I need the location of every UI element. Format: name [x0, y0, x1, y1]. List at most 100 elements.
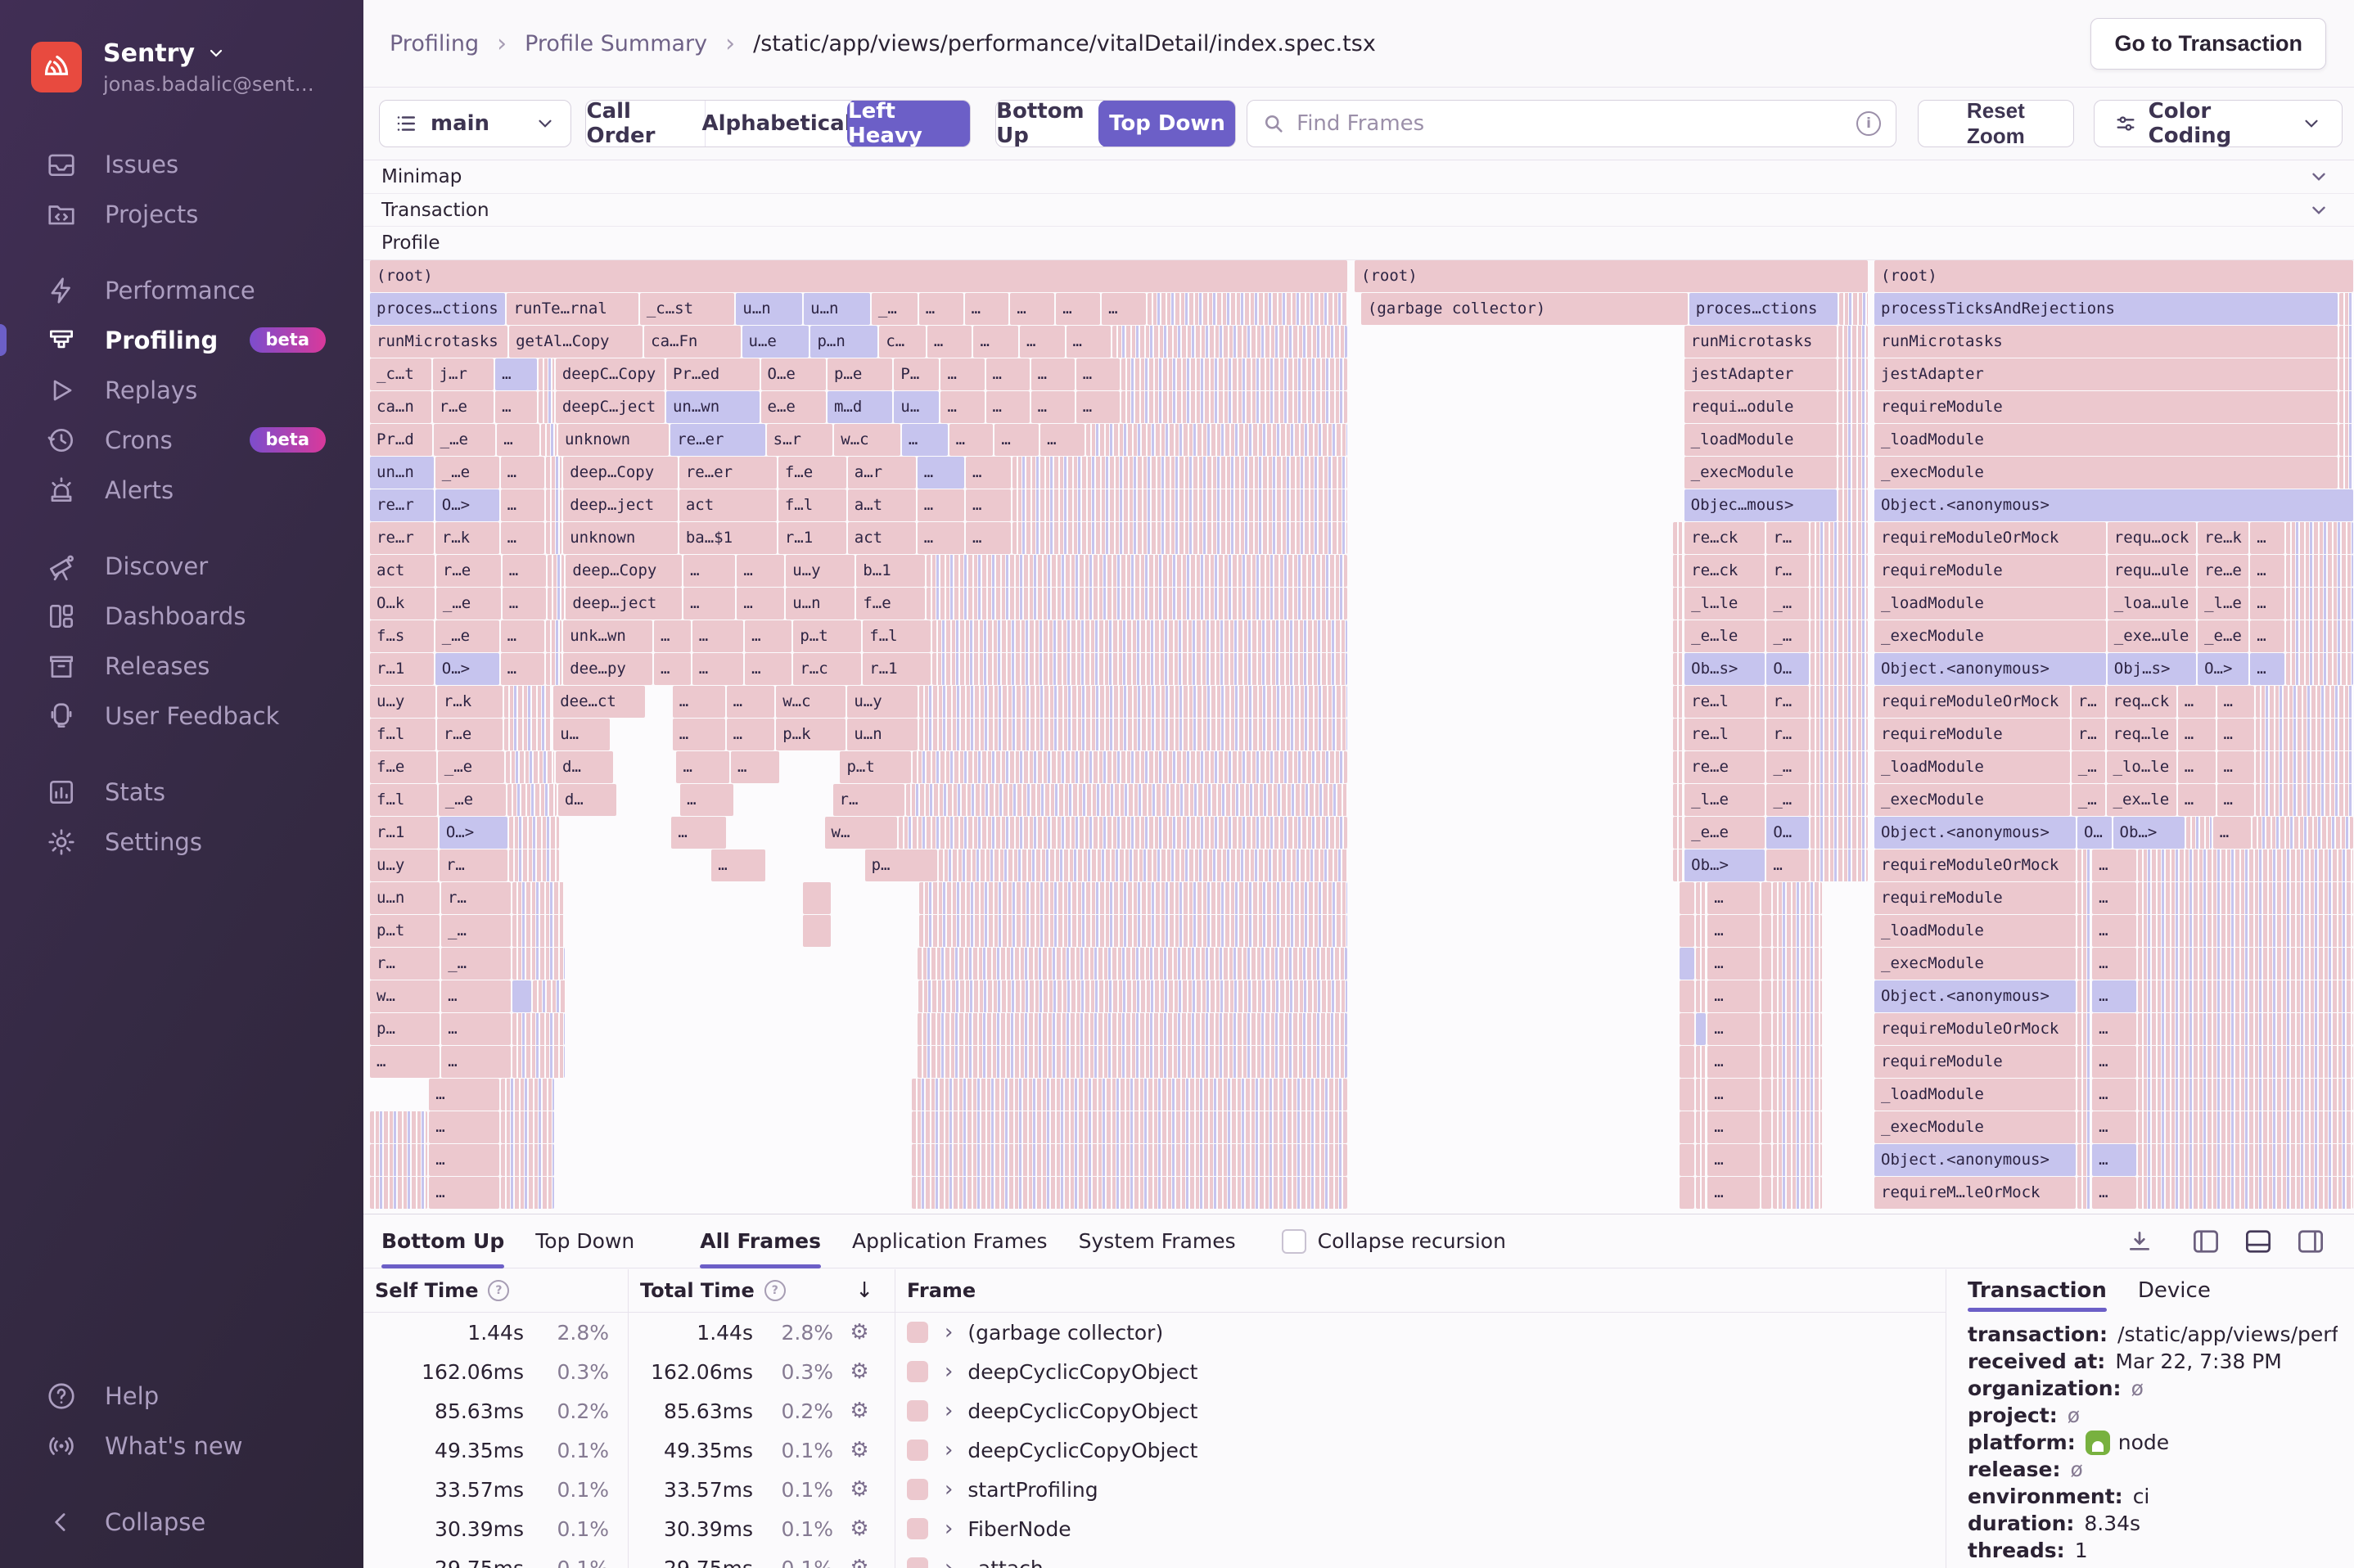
- flame-cells-compressed[interactable]: [1810, 817, 1868, 849]
- flame-cells-compressed[interactable]: [2338, 424, 2353, 456]
- flame-cell[interactable]: _…e: [435, 588, 501, 620]
- flame-cells-compressed[interactable]: [1773, 882, 1823, 914]
- flame-cell[interactable]: u…n: [736, 293, 803, 325]
- flame-cell[interactable]: _…: [2071, 784, 2105, 816]
- flame-cell[interactable]: j…r: [432, 358, 494, 390]
- flame-cell[interactable]: unknown: [563, 522, 678, 554]
- flame-cell[interactable]: …: [940, 358, 985, 390]
- flame-cell[interactable]: Object.<anonymous>: [1874, 1144, 2076, 1176]
- total-time-header[interactable]: Total Time: [640, 1279, 755, 1302]
- flame-cell[interactable]: Pr…ed: [665, 358, 760, 390]
- tab-application-frames[interactable]: Application Frames: [852, 1214, 1048, 1268]
- flame-cells-compressed[interactable]: [1838, 293, 1868, 325]
- flame-cell[interactable]: u…y: [370, 849, 438, 881]
- download-icon[interactable]: [2126, 1228, 2153, 1255]
- frame-name[interactable]: _attach: [967, 1557, 1043, 1568]
- flame-cells-compressed[interactable]: [1696, 1079, 1707, 1111]
- flame-cell[interactable]: unk…wn: [563, 620, 652, 652]
- sidebar-item-user-feedback[interactable]: User Feedback: [0, 691, 363, 741]
- flame-cell[interactable]: …: [973, 326, 1018, 358]
- flame-cell[interactable]: re…ck: [1684, 522, 1766, 554]
- flame-cell[interactable]: …: [1707, 1177, 1761, 1209]
- flame-cells-compressed[interactable]: [1838, 358, 1868, 390]
- flame-cells-compressed[interactable]: [932, 620, 1347, 652]
- flame-cell[interactable]: re…l: [1684, 719, 1766, 750]
- flame-cell[interactable]: …: [994, 424, 1039, 456]
- flame-cell[interactable]: re…r: [370, 489, 434, 521]
- flame-cells-compressed[interactable]: [1773, 1079, 1823, 1111]
- chevron-down-icon[interactable]: [2308, 166, 2329, 187]
- flame-cell[interactable]: re…ck: [1684, 555, 1766, 587]
- flame-cell[interactable]: r…: [1766, 719, 1809, 750]
- flame-cells-compressed[interactable]: [917, 1046, 1347, 1078]
- flame-cells-compressed[interactable]: [1810, 555, 1868, 587]
- frame-name[interactable]: deepCyclicCopyObject: [967, 1360, 1197, 1384]
- flame-cell[interactable]: f…e: [856, 588, 926, 620]
- tab-bottom-up[interactable]: Bottom Up: [381, 1214, 505, 1268]
- flame-cells-compressed[interactable]: [1773, 1177, 1823, 1209]
- flame-cells-compressed[interactable]: [2338, 326, 2353, 358]
- flame-cells-compressed[interactable]: [1810, 686, 1868, 718]
- checkbox-icon[interactable]: [1281, 1228, 1306, 1254]
- flame-cell[interactable]: _…: [441, 915, 511, 947]
- flame-cell[interactable]: d…: [556, 751, 613, 783]
- flame-cell[interactable]: …: [2216, 719, 2255, 750]
- gear-icon[interactable]: ⚙: [833, 1477, 886, 1502]
- flame-cell[interactable]: …: [2092, 849, 2137, 881]
- flame-cells-compressed[interactable]: [2338, 457, 2353, 489]
- flame-cell[interactable]: …: [429, 1111, 500, 1143]
- flame-cells-compressed[interactable]: [1673, 751, 1684, 783]
- flame-cell[interactable]: requireModule: [1874, 391, 2338, 423]
- flame-cell[interactable]: …: [2216, 686, 2255, 718]
- flame-cell[interactable]: …: [2216, 751, 2255, 783]
- flame-cell[interactable]: …: [927, 326, 972, 358]
- flame-cells-compressed[interactable]: [2138, 882, 2353, 914]
- flame-cells-compressed[interactable]: [2338, 391, 2353, 423]
- frame-name[interactable]: FiberNode: [967, 1517, 1071, 1541]
- flame-cells-compressed[interactable]: [503, 719, 552, 750]
- flame-cell[interactable]: u…y: [370, 686, 435, 718]
- sidebar-item-discover[interactable]: Discover: [0, 541, 363, 591]
- flame-cell[interactable]: w…: [824, 817, 897, 849]
- flame-cell[interactable]: r…: [439, 849, 507, 881]
- flame-cells-compressed[interactable]: [501, 1177, 554, 1209]
- flame-cell[interactable]: deep…ject: [563, 489, 678, 521]
- flame-cells-compressed[interactable]: [2077, 1079, 2091, 1111]
- chevron-right-icon[interactable]: ›: [945, 1359, 953, 1384]
- flame-cell[interactable]: …: [1010, 293, 1055, 325]
- flame-cells-compressed[interactable]: [2138, 1144, 2353, 1176]
- flame-cells-compressed[interactable]: [1773, 1013, 1823, 1045]
- tab-system-frames[interactable]: System Frames: [1079, 1214, 1236, 1268]
- flame-cells-compressed[interactable]: [501, 1144, 554, 1176]
- flame-cell[interactable]: …: [441, 980, 512, 1012]
- breadcrumb-profile-summary[interactable]: Profile Summary: [525, 31, 707, 56]
- flame-cells-compressed[interactable]: [545, 489, 562, 521]
- flame-cell[interactable]: c…: [879, 326, 926, 358]
- flame-cell[interactable]: …: [441, 1046, 512, 1078]
- flame-cells-compressed[interactable]: [1838, 424, 1868, 456]
- flame-cell[interactable]: Ob…s>: [1684, 653, 1766, 685]
- flame-cell[interactable]: d…: [557, 784, 616, 816]
- flame-cell[interactable]: …: [731, 751, 780, 783]
- flame-cells-compressed[interactable]: [1673, 522, 1684, 554]
- flame-cell[interactable]: …: [917, 522, 964, 554]
- flame-cell[interactable]: …: [671, 817, 726, 849]
- flame-cell[interactable]: f…s: [370, 620, 434, 652]
- flame-cells-compressed[interactable]: [1773, 1046, 1823, 1078]
- flame-cell[interactable]: r…: [1766, 686, 1809, 718]
- flame-cells-compressed[interactable]: [507, 784, 557, 816]
- sidebar-item-stats[interactable]: Stats: [0, 767, 363, 817]
- flame-cell[interactable]: …: [1707, 882, 1761, 914]
- flame-cell[interactable]: p…k: [776, 719, 846, 750]
- flame-cells-compressed[interactable]: [1673, 588, 1684, 620]
- flame-cell[interactable]: …: [495, 358, 538, 390]
- flame-cell[interactable]: …: [500, 620, 544, 652]
- flame-cell[interactable]: requireModule: [1874, 882, 2076, 914]
- table-row[interactable]: 30.39ms 0.1% 30.39ms 0.1% ⚙ › FiberNode: [363, 1509, 1946, 1548]
- chevron-right-icon[interactable]: ›: [945, 1320, 953, 1345]
- flame-gap[interactable]: [802, 915, 832, 947]
- flame-cell[interactable]: …: [1030, 358, 1075, 390]
- flame-cell[interactable]: w…c: [834, 424, 900, 456]
- flame-cells-compressed[interactable]: [1696, 915, 1707, 947]
- flame-cell[interactable]: …: [502, 588, 547, 620]
